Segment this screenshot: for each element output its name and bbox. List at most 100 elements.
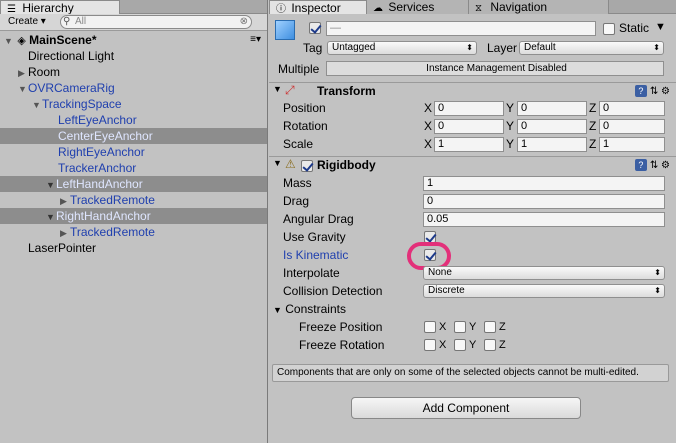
collapsed-arrow-icon[interactable]: ▶	[60, 225, 70, 241]
tag-dropdown[interactable]: Untagged ⬍	[327, 41, 477, 55]
add-component-button[interactable]: Add Component	[351, 397, 581, 419]
freeze-position-label: Freeze Position	[299, 320, 383, 334]
angular-drag-field[interactable]: 0.05	[423, 212, 665, 227]
position-label: Position	[283, 101, 326, 115]
transform-header[interactable]: ▼ ⤢ Transform ? ⇅ ⚙	[269, 82, 676, 100]
list-item[interactable]: ▼TrackingSpace	[0, 96, 267, 112]
clear-search-icon[interactable]: ⊗	[240, 16, 248, 28]
tab-inspector[interactable]: ⓘ Inspector	[269, 0, 367, 15]
expand-arrow-icon[interactable]: ▼	[46, 177, 56, 193]
list-item[interactable]: ▼RightHandAnchor	[0, 208, 267, 224]
static-label: Static	[619, 21, 650, 35]
updown-icon: ⬍	[654, 286, 661, 295]
rotation-x-field[interactable]: 0	[434, 119, 504, 134]
freeze-rotation-y-checkbox[interactable]	[454, 339, 466, 351]
use-gravity-label: Use Gravity	[283, 230, 346, 244]
freeze-rotation-x-checkbox[interactable]	[424, 339, 436, 351]
dropdown-arrow-icon: ▾	[40, 16, 46, 27]
static-dropdown-icon[interactable]: ▼	[655, 19, 666, 35]
list-item[interactable]: TrackerAnchor	[0, 160, 267, 176]
list-item[interactable]: LaserPointer	[0, 240, 267, 256]
expand-arrow-icon[interactable]: ▼	[273, 305, 282, 315]
tab-navigation[interactable]: ⧖ Navigation	[469, 0, 609, 14]
scale-z-field[interactable]: 1	[599, 137, 665, 152]
search-icon: ⚲	[63, 16, 71, 27]
expand-arrow-icon[interactable]: ▼	[32, 97, 42, 113]
scene-row[interactable]: ▼ ◈ MainScene* ≡▾	[0, 32, 267, 48]
list-item[interactable]: ▶ TrackedRemote	[0, 192, 267, 208]
rotation-label: Rotation	[283, 119, 328, 133]
position-y-field[interactable]: 0	[517, 101, 587, 116]
info-icon: ⓘ	[276, 4, 286, 15]
freeze-position-x-checkbox[interactable]	[424, 321, 436, 333]
updown-icon: ⬍	[653, 43, 660, 52]
freeze-position-y-checkbox[interactable]	[454, 321, 466, 333]
expand-arrow-icon[interactable]: ▼	[18, 81, 28, 97]
mass-field[interactable]: 1	[423, 176, 665, 191]
transform-icon: ⤢	[285, 83, 295, 97]
layer-dropdown[interactable]: Default ⬍	[519, 41, 664, 55]
unity-scene-icon: ◈	[17, 35, 26, 47]
cloud-icon: ☁	[373, 3, 383, 14]
hierarchy-tabbar: ☰ Hierarchy	[0, 0, 267, 15]
search-input[interactable]: ⚲ All ⊗	[60, 15, 252, 29]
list-item[interactable]: LeftEyeAnchor	[0, 112, 267, 128]
freeze-position-z-checkbox[interactable]	[484, 321, 496, 333]
list-item[interactable]: Directional Light	[0, 48, 267, 64]
component-tools: ? ⇅ ⚙	[634, 85, 670, 97]
collapsed-arrow-icon[interactable]: ▶	[18, 65, 28, 81]
position-x-field[interactable]: 0	[434, 101, 504, 116]
gear-icon[interactable]: ⚙	[661, 86, 670, 97]
component-tools: ? ⇅ ⚙	[634, 159, 670, 171]
active-checkbox[interactable]	[309, 22, 321, 34]
collapsed-arrow-icon[interactable]: ▶	[60, 193, 70, 209]
inspector-tabbar: ⓘ Inspector ☁ Services ⧖ Navigation	[269, 0, 676, 15]
tab-services[interactable]: ☁ Services	[367, 0, 469, 14]
options-menu-icon[interactable]: ≡▾	[250, 32, 261, 48]
rotation-z-field[interactable]: 0	[599, 119, 665, 134]
list-item[interactable]: ▶ Room	[0, 64, 267, 80]
list-item[interactable]: ▼OVRCameraRig	[0, 80, 267, 96]
list-item[interactable]: CenterEyeAnchor	[0, 128, 267, 144]
expand-arrow-icon[interactable]: ▼	[46, 209, 56, 225]
scale-y-field[interactable]: 1	[517, 137, 587, 152]
expand-arrow-icon[interactable]: ▼	[273, 158, 282, 168]
multi-edit-info-box: Components that are only on some of the …	[272, 364, 669, 382]
help-icon[interactable]: ?	[634, 159, 647, 171]
drag-label: Drag	[283, 194, 310, 208]
interpolate-label: Interpolate	[283, 266, 340, 280]
gear-icon[interactable]: ⚙	[661, 160, 670, 171]
preset-icon[interactable]: ⇅	[650, 160, 658, 171]
collision-detection-dropdown[interactable]: Discrete ⬍	[423, 284, 665, 298]
expand-arrow-icon[interactable]: ▼	[4, 33, 14, 49]
preset-icon[interactable]: ⇅	[650, 86, 658, 97]
static-checkbox[interactable]	[603, 23, 615, 35]
drag-field[interactable]: 0	[423, 194, 665, 209]
list-item[interactable]: ▶ TrackedRemote	[0, 224, 267, 240]
rigidbody-icon: ⚠	[285, 157, 296, 171]
mass-label: Mass	[283, 176, 312, 190]
updown-icon: ⬍	[466, 43, 473, 52]
position-z-field[interactable]: 0	[599, 101, 665, 116]
instance-management-field: Instance Management Disabled	[326, 61, 664, 76]
help-icon[interactable]: ?	[634, 85, 647, 97]
expand-arrow-icon[interactable]: ▼	[273, 84, 282, 94]
interpolate-dropdown[interactable]: None ⬍	[423, 266, 665, 280]
is-kinematic-label: Is Kinematic	[283, 248, 349, 262]
scale-label: Scale	[283, 137, 314, 151]
tab-hierarchy[interactable]: ☰ Hierarchy	[0, 0, 120, 15]
list-item[interactable]: ▼LeftHandAnchor	[0, 176, 267, 192]
constraints-header[interactable]: ▼ Constraints	[273, 301, 346, 318]
rotation-y-field[interactable]: 0	[517, 119, 587, 134]
create-dropdown[interactable]: Create ▾	[4, 15, 50, 29]
hierarchy-toolbar: Create ▾ ⚲ All ⊗	[0, 14, 267, 31]
scale-x-field[interactable]: 1	[434, 137, 504, 152]
collision-detection-label: Collision Detection	[283, 284, 383, 298]
list-item[interactable]: RightEyeAnchor	[0, 144, 267, 160]
cube-icon	[275, 20, 295, 40]
rigidbody-enabled-checkbox[interactable]	[301, 160, 313, 172]
name-field[interactable]: —	[326, 21, 596, 36]
multiple-label: Multiple	[278, 62, 320, 76]
rigidbody-header[interactable]: ▼ ⚠ Rigidbody ? ⇅ ⚙	[269, 156, 676, 174]
freeze-rotation-z-checkbox[interactable]	[484, 339, 496, 351]
